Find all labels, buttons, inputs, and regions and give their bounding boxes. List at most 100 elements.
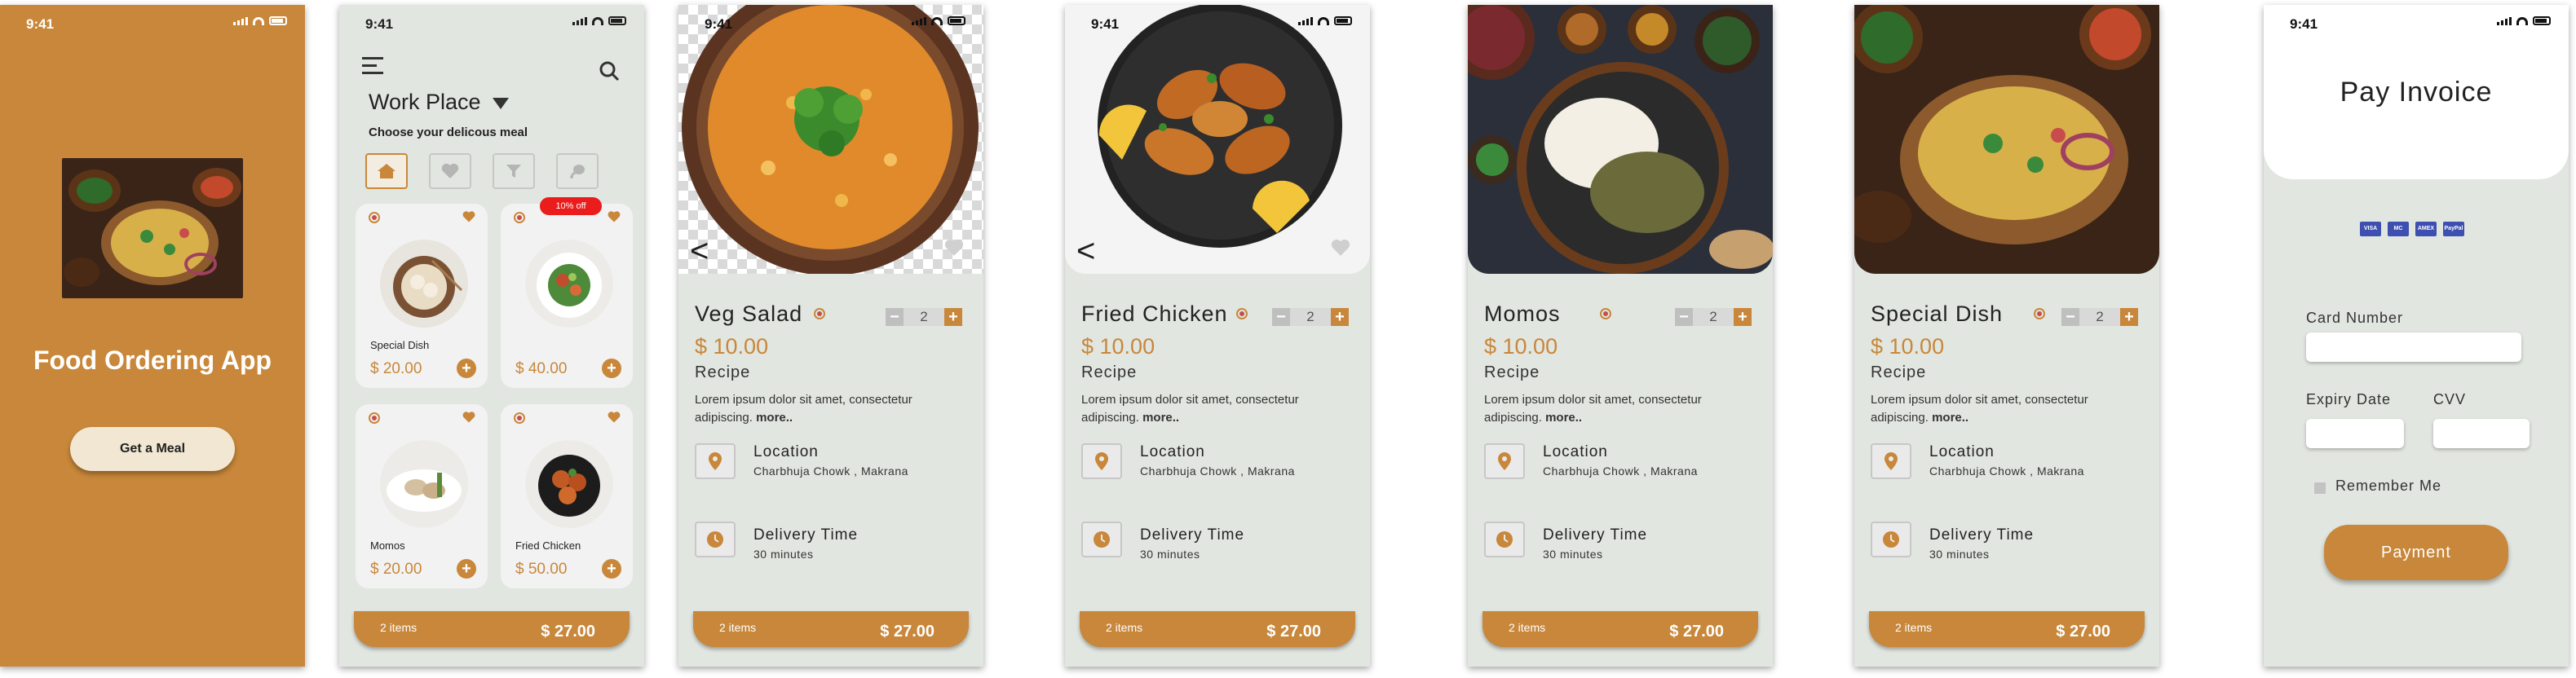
more-link[interactable]: more.. [1142, 411, 1179, 425]
category-home[interactable] [365, 153, 408, 189]
food-card[interactable]: Momos $ 20.00 + [356, 404, 488, 588]
favorite-heart-icon[interactable] [1329, 238, 1352, 258]
cvv-label: CVV [2433, 391, 2467, 407]
cart-total: $ 27.00 [2056, 623, 2110, 641]
dish-description: Lorem ipsum dolor sit amet, consectetur … [1871, 391, 2148, 427]
veg-indicator-icon [369, 212, 380, 223]
increase-qty-button[interactable]: + [1734, 308, 1752, 326]
wifi-icon [592, 16, 603, 25]
paypal-icon[interactable]: PayPal [2443, 222, 2464, 236]
clock-icon [1883, 531, 1899, 548]
get-a-meal-button[interactable]: Get a Meal [70, 427, 235, 471]
add-to-cart-button[interactable]: + [602, 559, 621, 579]
battery-icon [1334, 16, 1352, 25]
increase-qty-button[interactable]: + [1331, 308, 1349, 326]
card-brands: VISA MC AMEX PayPal [2360, 222, 2464, 236]
cart-total: $ 27.00 [1266, 623, 1321, 641]
dish-hero-image [1065, 5, 1370, 274]
add-to-cart-button[interactable]: + [457, 559, 476, 579]
heart-icon [441, 163, 459, 178]
dish-title: Fried Chicken [1081, 302, 1228, 326]
expiry-date-label: Expiry Date [2306, 391, 2392, 407]
cart-bar[interactable]: 2 items $ 27.00 [354, 611, 630, 647]
decrease-qty-button[interactable]: − [1675, 308, 1693, 326]
location-value: Charbhuja Chowk , Makrana [1543, 464, 1698, 478]
status-icons [912, 16, 965, 25]
caret-down-icon [492, 97, 509, 109]
amex-icon[interactable]: AMEX [2415, 222, 2437, 236]
location-value: Charbhuja Chowk , Makrana [1140, 464, 1295, 478]
increase-qty-button[interactable]: + [944, 308, 962, 326]
heart-icon[interactable] [607, 210, 621, 223]
quantity-stepper: − 2 + [886, 308, 962, 326]
location-icon-box [1871, 443, 1911, 479]
back-button[interactable]: < [690, 235, 709, 267]
visa-icon[interactable]: VISA [2360, 222, 2381, 236]
description-text: Lorem ipsum dolor sit amet, consectetur … [1484, 393, 1702, 425]
dish-price: $ 10.00 [1484, 334, 1558, 359]
location-pin-icon [1885, 452, 1898, 470]
location-value: Charbhuja Chowk , Makrana [753, 464, 908, 478]
food-card[interactable]: 10% off $ 40.00 + [501, 197, 633, 388]
cart-bar[interactable]: 2 items $ 27.00 [1482, 611, 1758, 647]
recipe-heading: Recipe [1081, 363, 1138, 381]
cart-bar[interactable]: 2 items $ 27.00 [693, 611, 969, 647]
remember-me-checkbox[interactable] [2314, 482, 2326, 494]
food-card[interactable]: Special Dish $ 20.00 + [356, 204, 488, 388]
wifi-icon [1318, 16, 1329, 25]
status-bar: 9:41 [0, 5, 305, 37]
cart-bar[interactable]: 2 items $ 27.00 [1869, 611, 2145, 647]
add-to-cart-button[interactable]: + [457, 359, 476, 378]
wifi-icon [2516, 16, 2528, 25]
expiry-date-field[interactable] [2306, 419, 2404, 448]
delivery-time-value: 30 minutes [753, 548, 814, 561]
decrease-qty-button[interactable]: − [886, 308, 904, 326]
veg-indicator-icon [514, 212, 525, 223]
heart-icon[interactable] [462, 411, 476, 424]
veg-indicator-icon [814, 308, 825, 319]
hamburger-menu-icon[interactable] [362, 57, 383, 75]
card-number-field[interactable] [2306, 332, 2521, 362]
dish-image [525, 240, 613, 328]
category-chicken[interactable] [556, 153, 599, 189]
heart-icon[interactable] [607, 411, 621, 424]
hero-food-image [62, 158, 243, 298]
more-link[interactable]: more.. [1932, 411, 1968, 425]
battery-icon [269, 16, 287, 25]
status-icons [233, 16, 287, 25]
cvv-field[interactable] [2433, 419, 2530, 448]
increase-qty-button[interactable]: + [2120, 308, 2138, 326]
payment-button[interactable]: Payment [2324, 525, 2508, 580]
quantity-value: 2 [904, 308, 944, 326]
status-time: 9:41 [26, 16, 55, 32]
home-icon [378, 164, 395, 178]
back-button[interactable]: < [1076, 235, 1095, 267]
decrease-qty-button[interactable]: − [1272, 308, 1290, 326]
food-card[interactable]: Fried Chicken $ 50.00 + [501, 404, 633, 588]
search-icon[interactable] [599, 60, 620, 81]
cart-items-count: 2 items [380, 621, 418, 634]
more-link[interactable]: more.. [756, 411, 793, 425]
favorite-heart-icon[interactable] [943, 238, 965, 258]
location-value: Charbhuja Chowk , Makrana [1929, 464, 2084, 478]
location-dropdown[interactable]: Work Place [369, 90, 509, 115]
signal-icon [2497, 16, 2512, 25]
location-pin-icon [1095, 452, 1108, 470]
decrease-qty-button[interactable]: − [2061, 308, 2079, 326]
discount-badge: 10% off [540, 197, 602, 215]
dish-title: Veg Salad [695, 302, 803, 326]
category-favorites[interactable] [429, 153, 471, 189]
status-bar: 9:41 [339, 5, 644, 37]
status-bar: 9:41 [1065, 5, 1370, 37]
detail-screen-fried-chicken: 9:41 < Fried Chicken − 2 + $ 10.00 Recip… [1065, 5, 1370, 667]
category-filter[interactable] [493, 153, 535, 189]
location-label: Location [1543, 443, 1608, 460]
more-link[interactable]: more.. [1545, 411, 1582, 425]
food-price: $ 40.00 [515, 360, 568, 377]
mastercard-icon[interactable]: MC [2388, 222, 2409, 236]
status-icons [572, 16, 626, 25]
cart-bar[interactable]: 2 items $ 27.00 [1080, 611, 1355, 647]
heart-icon[interactable] [462, 210, 476, 223]
status-time: 9:41 [1091, 16, 1120, 32]
add-to-cart-button[interactable]: + [602, 359, 621, 378]
